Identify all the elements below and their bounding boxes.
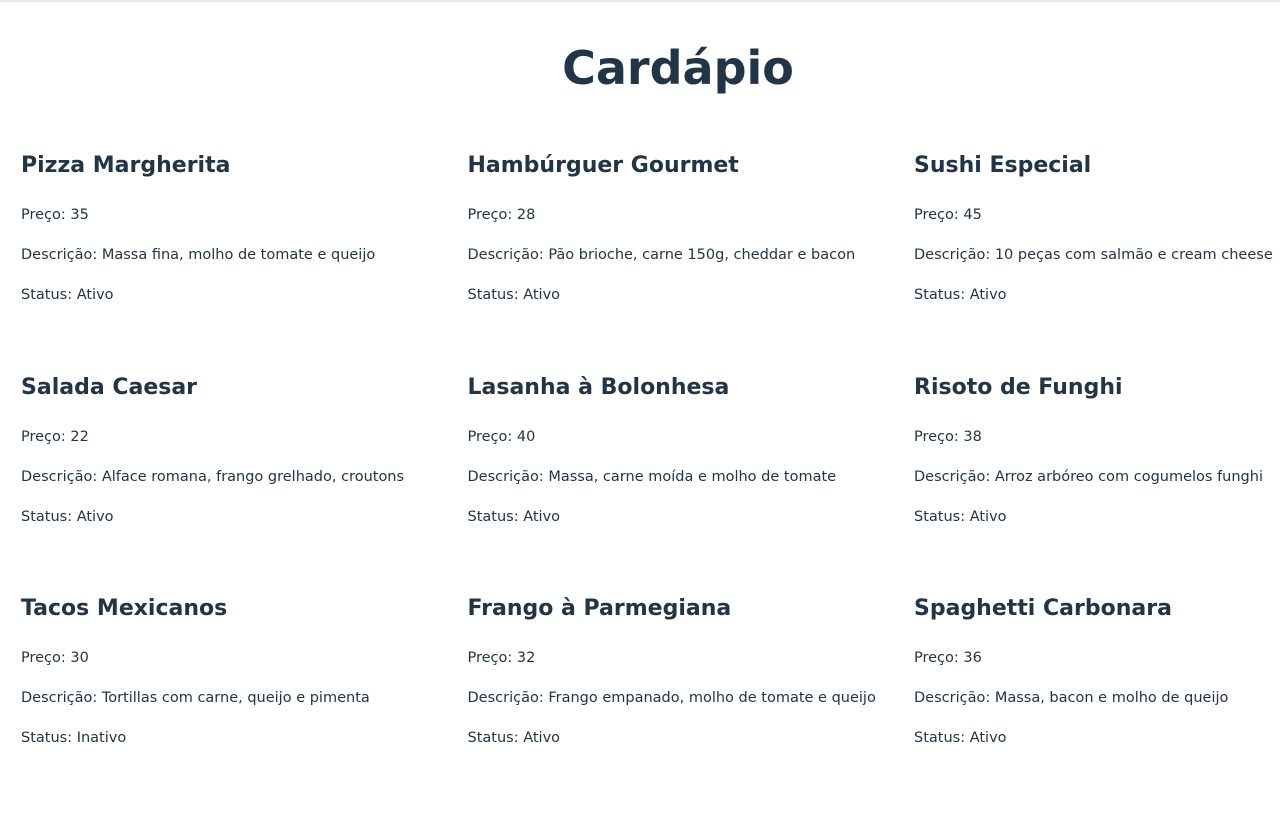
menu-item-name: Frango à Parmegiana (467, 596, 732, 621)
menu-item-status: Status: Ativo (914, 730, 1007, 746)
menu-item-status: Status: Ativo (21, 508, 114, 525)
page-title: Cardápio (562, 41, 794, 95)
menu-item-price: Preço: 28 (467, 207, 536, 223)
menu-item-description: Descrição: Frango empanado, molho de tom… (467, 690, 876, 706)
menu-item-card: Pizza Margherita Preço: 35 Descrição: Ma… (21, 150, 468, 372)
menu-item-status: Status: Inativo (21, 730, 127, 746)
menu-item-name: Risoto de Funghi (914, 374, 1123, 400)
menu-item-status: Status: Ativo (467, 508, 561, 525)
menu-item-price: Preço: 45 (914, 207, 982, 223)
menu-item-status: Status: Ativo (467, 287, 561, 303)
menu-item-card: Sushi Especial Preço: 45 Descrição: 10 p… (914, 150, 1280, 372)
menu-item-description: Descrição: Alface romana, frango grelhad… (21, 468, 405, 485)
menu-item-card: Frango à Parmegiana Preço: 32 Descrição:… (468, 593, 915, 815)
menu-item-description: Descrição: Arroz arbóreo com cogumelos f… (914, 468, 1263, 485)
menu-item-description: Descrição: Tortillas com carne, queijo e… (21, 690, 370, 706)
menu-item-name: Spaghetti Carbonara (914, 596, 1172, 621)
menu-item-price: Preço: 22 (21, 428, 89, 445)
menu-grid: Pizza Margherita Preço: 35 Descrição: Ma… (21, 150, 1280, 815)
menu-item-card: Tacos Mexicanos Preço: 30 Descrição: Tor… (21, 593, 468, 815)
menu-item-card: Hambúrguer Gourmet Preço: 28 Descrição: … (468, 150, 915, 372)
top-divider (0, 0, 1280, 2)
menu-item-price: Preço: 36 (914, 650, 982, 666)
menu-item-name: Tacos Mexicanos (21, 596, 228, 621)
menu-item-price: Preço: 35 (21, 207, 89, 223)
menu-item-description: Descrição: Massa, bacon e molho de queij… (914, 690, 1229, 706)
menu-item-card: Spaghetti Carbonara Preço: 36 Descrição:… (914, 593, 1280, 815)
menu-item-name: Salada Caesar (21, 374, 198, 400)
menu-item-card: Salada Caesar Preço: 22 Descrição: Alfac… (21, 372, 468, 594)
menu-item-name: Pizza Margherita (21, 153, 231, 178)
menu-item-description: Descrição: Massa fina, molho de tomate e… (21, 247, 376, 263)
menu-item-price: Preço: 38 (914, 428, 982, 445)
menu-item-description: Descrição: Massa, carne moída e molho de… (467, 468, 837, 485)
menu-item-price: Preço: 30 (21, 650, 89, 666)
menu-item-price: Preço: 40 (467, 428, 536, 445)
menu-item-status: Status: Ativo (21, 287, 114, 303)
menu-item-price: Preço: 32 (467, 650, 536, 666)
menu-item-name: Hambúrguer Gourmet (467, 153, 739, 178)
menu-item-card: Lasanha à Bolonhesa Preço: 40 Descrição:… (468, 372, 915, 594)
menu-item-status: Status: Ativo (914, 287, 1007, 303)
menu-item-status: Status: Ativo (467, 730, 561, 746)
menu-item-name: Lasanha à Bolonhesa (467, 374, 730, 400)
menu-item-name: Sushi Especial (914, 153, 1092, 178)
menu-item-status: Status: Ativo (914, 508, 1007, 525)
menu-item-description: Descrição: 10 peças com salmão e cream c… (914, 247, 1273, 263)
menu-item-description: Descrição: Pão brioche, carne 150g, ched… (467, 247, 856, 263)
menu-item-card: Risoto de Funghi Preço: 38 Descrição: Ar… (914, 372, 1280, 594)
